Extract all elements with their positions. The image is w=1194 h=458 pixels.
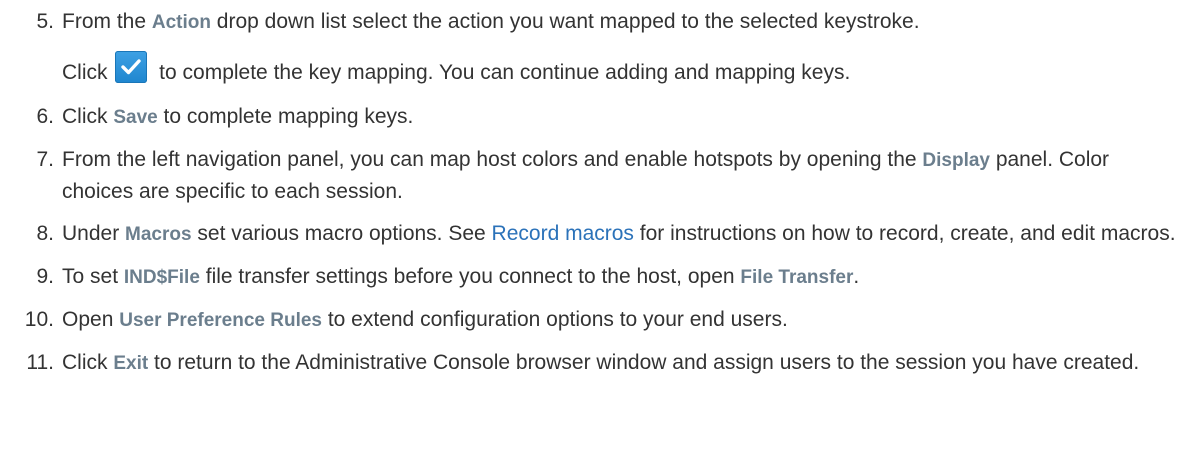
step-number: 7.: [36, 148, 54, 171]
step-text: to return to the Administrative Console …: [148, 351, 1140, 374]
step-text: for instructions on how to record, creat…: [633, 222, 1176, 245]
step-text: From the left navigation panel, you can …: [62, 148, 923, 171]
step-7: 7. From the left navigation panel, you c…: [0, 144, 1182, 207]
ui-label-save: Save: [113, 107, 158, 128]
step-text: drop down list select the action you wan…: [210, 10, 920, 33]
step-text: .: [853, 265, 860, 288]
step-text: To set: [62, 265, 124, 288]
step-9: 9. To set IND$File file transfer setting…: [0, 261, 1194, 293]
instruction-list: 5. From the Action drop down list select…: [0, 6, 1194, 390]
ui-label-macros: Macros: [125, 224, 192, 245]
step-number: 11.: [26, 351, 54, 374]
step-text: to extend configuration options to your …: [322, 308, 788, 331]
step-number: 10.: [24, 308, 54, 331]
checkmark-icon: [115, 51, 148, 83]
ui-label-action: Action: [151, 12, 211, 33]
step-text: From the: [62, 10, 152, 33]
ui-label-exit: Exit: [113, 353, 149, 374]
step-11: 11. Click Exit to return to the Administ…: [0, 347, 1182, 379]
ui-label-user-preference-rules: User Preference Rules: [119, 310, 322, 331]
step-number: 9.: [36, 265, 54, 288]
ui-label-display: Display: [922, 150, 990, 171]
step-number: 6.: [36, 105, 54, 128]
step-text: Click: [62, 61, 114, 84]
step-text: Under: [62, 222, 126, 245]
step-number: 5.: [36, 10, 54, 33]
step-number: 8.: [36, 222, 54, 245]
step-text: to complete the key mapping. You can con…: [153, 61, 851, 84]
step-text: to complete mapping keys.: [157, 105, 414, 128]
step-5-subline: Click to complete the key mapping. You c…: [62, 51, 1194, 90]
step-text: file transfer settings before you connec…: [199, 265, 741, 288]
step-6: 6. Click Save to complete mapping keys.: [0, 101, 1194, 133]
ui-label-indfile: IND$File: [123, 267, 200, 288]
step-5: 5. From the Action drop down list select…: [0, 6, 1194, 90]
step-text: Click: [62, 351, 114, 374]
step-10: 10. Open User Preference Rules to extend…: [0, 304, 1194, 336]
step-text: Open: [62, 308, 120, 331]
ui-label-file-transfer: File Transfer: [740, 267, 854, 288]
step-text: Click: [62, 105, 114, 128]
step-text: set various macro options. See: [191, 222, 492, 245]
step-8: 8. Under Macros set various macro option…: [0, 218, 1182, 250]
record-macros-link[interactable]: Record macros: [492, 222, 634, 245]
